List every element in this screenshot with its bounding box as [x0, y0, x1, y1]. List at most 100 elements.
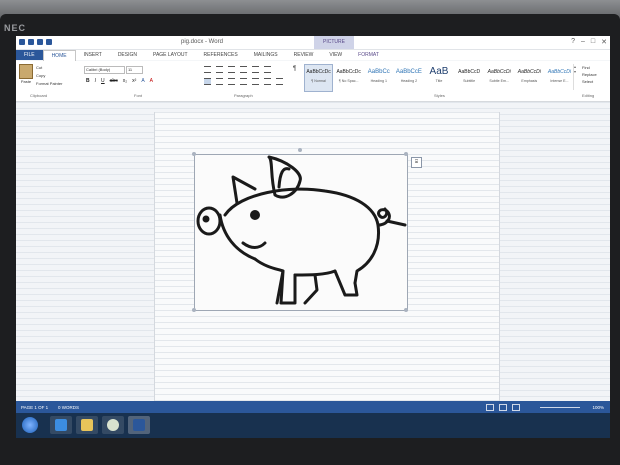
- ribbon: Paste Cut Copy Format Painter Calibri (B…: [16, 61, 610, 102]
- system-tray[interactable]: [546, 419, 606, 431]
- taskbar-chrome[interactable]: [102, 416, 124, 434]
- tab-references[interactable]: REFERENCES: [196, 50, 246, 60]
- format-painter-button[interactable]: Format Painter: [36, 80, 62, 88]
- style-name: Heading 1: [370, 79, 387, 83]
- selected-picture[interactable]: [194, 154, 408, 311]
- align-left-icon[interactable]: [204, 78, 211, 85]
- resize-handle-bottom-left[interactable]: [192, 308, 196, 312]
- subscript-button[interactable]: x₂: [123, 78, 127, 84]
- group-label-styles: Styles: [434, 93, 445, 98]
- resize-handle-top-right[interactable]: [404, 152, 408, 156]
- sort-icon[interactable]: [264, 66, 271, 73]
- cut-button[interactable]: Cut: [36, 64, 62, 72]
- start-orb-icon[interactable]: [22, 417, 38, 433]
- tab-view[interactable]: VIEW: [321, 50, 350, 60]
- find-button[interactable]: Find: [582, 64, 597, 71]
- style-sample: AaBbCcDi: [487, 69, 511, 75]
- redo-icon[interactable]: [46, 39, 52, 45]
- help-button[interactable]: ?: [571, 38, 575, 46]
- style-name: Title: [435, 79, 443, 83]
- save-icon[interactable]: [28, 39, 34, 45]
- style-emphasis[interactable]: AaBbCcDi Emphasis: [514, 64, 544, 92]
- bullets-icon[interactable]: [204, 66, 211, 73]
- maximize-button[interactable]: □: [591, 38, 595, 46]
- increase-indent-icon[interactable]: [252, 66, 259, 73]
- tab-insert[interactable]: INSERT: [76, 50, 110, 60]
- numbering-icon[interactable]: [216, 66, 223, 73]
- text-effects-button[interactable]: A: [141, 78, 144, 84]
- style-name: Subtle Em...: [489, 79, 509, 83]
- style-intense-emphasis[interactable]: AaBbCcDi Intense E...: [544, 64, 574, 92]
- style-name: Emphasis: [521, 79, 538, 83]
- editing-commands: Find Replace Select: [582, 64, 597, 85]
- align-right-icon[interactable]: [228, 78, 235, 85]
- quick-access-toolbar: [19, 39, 52, 45]
- explorer-icon: [81, 419, 93, 431]
- style-subtitle[interactable]: AaBbCcD Subtitle: [454, 64, 484, 92]
- taskbar-ie[interactable]: [50, 416, 72, 434]
- resize-handle-bottom-right[interactable]: [404, 308, 408, 312]
- close-button[interactable]: ✕: [601, 38, 607, 46]
- borders-icon[interactable]: [276, 78, 283, 85]
- title-bar: pig.docx - Word PICTURE TOOLS ? – □ ✕: [16, 36, 610, 58]
- word-icon: [133, 419, 145, 431]
- decrease-indent-icon[interactable]: [240, 66, 247, 73]
- bold-button[interactable]: B: [86, 78, 90, 84]
- underline-button[interactable]: U: [101, 78, 105, 84]
- zoom-level[interactable]: 100%: [592, 405, 604, 410]
- style-heading-1[interactable]: AaBbCc Heading 1: [364, 64, 394, 92]
- view-buttons: [486, 404, 520, 411]
- document-area[interactable]: ⌸: [16, 102, 610, 401]
- word-logo-icon[interactable]: [19, 39, 25, 45]
- font-size-select[interactable]: 11: [126, 66, 143, 74]
- font-name-select[interactable]: Calibri (Body): [84, 66, 125, 74]
- web-layout-icon[interactable]: [512, 404, 520, 411]
- style-sample: AaBbCcDi: [547, 69, 571, 75]
- line-spacing-icon[interactable]: [252, 78, 259, 85]
- rotate-handle-icon[interactable]: [298, 148, 302, 152]
- resize-handle-top-left[interactable]: [192, 152, 196, 156]
- font-color-button[interactable]: A: [150, 78, 153, 84]
- justify-icon[interactable]: [240, 78, 247, 85]
- superscript-button[interactable]: x²: [132, 78, 136, 84]
- multilevel-list-icon[interactable]: [228, 66, 235, 73]
- minimize-button[interactable]: –: [581, 38, 585, 46]
- monitor-brand: NEC: [4, 23, 27, 33]
- select-button[interactable]: Select: [582, 78, 597, 85]
- zoom-slider[interactable]: [540, 407, 580, 408]
- tab-page-layout[interactable]: PAGE LAYOUT: [145, 50, 196, 60]
- shading-icon[interactable]: [264, 78, 271, 85]
- style-subtle-emphasis[interactable]: AaBbCcDi Subtle Em...: [484, 64, 514, 92]
- style-heading-2[interactable]: AaBbCcE Heading 2: [394, 64, 424, 92]
- show-formatting-button[interactable]: ¶: [293, 66, 296, 72]
- tab-home[interactable]: HOME: [42, 49, 76, 61]
- styles-scroll-button[interactable]: ▴ ▾: [573, 64, 580, 90]
- style-normal[interactable]: AaBbCcDc ¶ Normal: [304, 64, 334, 92]
- taskbar-word[interactable]: [128, 416, 150, 434]
- read-mode-icon[interactable]: [486, 404, 494, 411]
- tab-format[interactable]: FORMAT: [350, 50, 387, 60]
- layout-options-icon[interactable]: ⌸: [411, 157, 422, 168]
- print-layout-icon[interactable]: [499, 404, 507, 411]
- page-count[interactable]: PAGE 1 OF 1: [21, 405, 48, 410]
- tab-design[interactable]: DESIGN: [110, 50, 145, 60]
- status-bar: PAGE 1 OF 1 0 WORDS 100%: [16, 401, 610, 413]
- undo-icon[interactable]: [37, 39, 43, 45]
- clipboard-commands: Cut Copy Format Painter: [36, 64, 62, 88]
- taskbar-explorer[interactable]: [76, 416, 98, 434]
- style-no-spacing[interactable]: AaBbCcDc ¶ No Spac...: [334, 64, 364, 92]
- tab-mailings[interactable]: MAILINGS: [246, 50, 286, 60]
- tab-review[interactable]: REVIEW: [286, 50, 322, 60]
- italic-button[interactable]: I: [95, 78, 96, 84]
- strikethrough-button[interactable]: abc: [110, 78, 118, 84]
- style-name: ¶ No Spac...: [338, 79, 359, 83]
- paste-button[interactable]: Paste: [18, 64, 34, 90]
- style-name: Subtitle: [463, 79, 476, 83]
- replace-button[interactable]: Replace: [582, 71, 597, 78]
- align-center-icon[interactable]: [216, 78, 223, 85]
- picture-tools-label: PICTURE TOOLS: [314, 36, 354, 58]
- copy-button[interactable]: Copy: [36, 72, 62, 80]
- word-count[interactable]: 0 WORDS: [58, 405, 79, 410]
- tab-file[interactable]: FILE: [16, 50, 43, 60]
- style-title[interactable]: AaB Title: [424, 64, 454, 92]
